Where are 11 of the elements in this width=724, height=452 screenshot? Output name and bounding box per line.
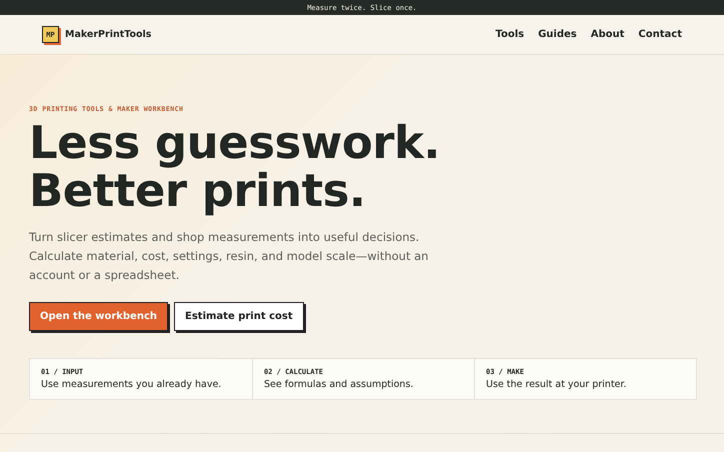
- nav-link[interactable]: Guides: [538, 29, 577, 40]
- step-text: Use the result at your printer.: [486, 379, 626, 390]
- step-text: See formulas and assumptions.: [264, 379, 414, 390]
- headline: Better prints.: [29, 167, 366, 215]
- headline: Less guesswork.: [29, 119, 440, 167]
- lead-paragraph: Turn slicer estimates and shop measurements into useful decisions. Calculate material, cost, settings, resin, and model scale—without an account or a spreadsheet.: [29, 229, 430, 284]
- nav-link[interactable]: Contact: [638, 29, 682, 40]
- step-text: Use measurements you already have.: [41, 379, 222, 390]
- nav-link[interactable]: About: [590, 29, 624, 40]
- secondary-button[interactable]: Estimate print cost: [174, 302, 304, 331]
- nav-link[interactable]: Tools: [495, 29, 524, 40]
